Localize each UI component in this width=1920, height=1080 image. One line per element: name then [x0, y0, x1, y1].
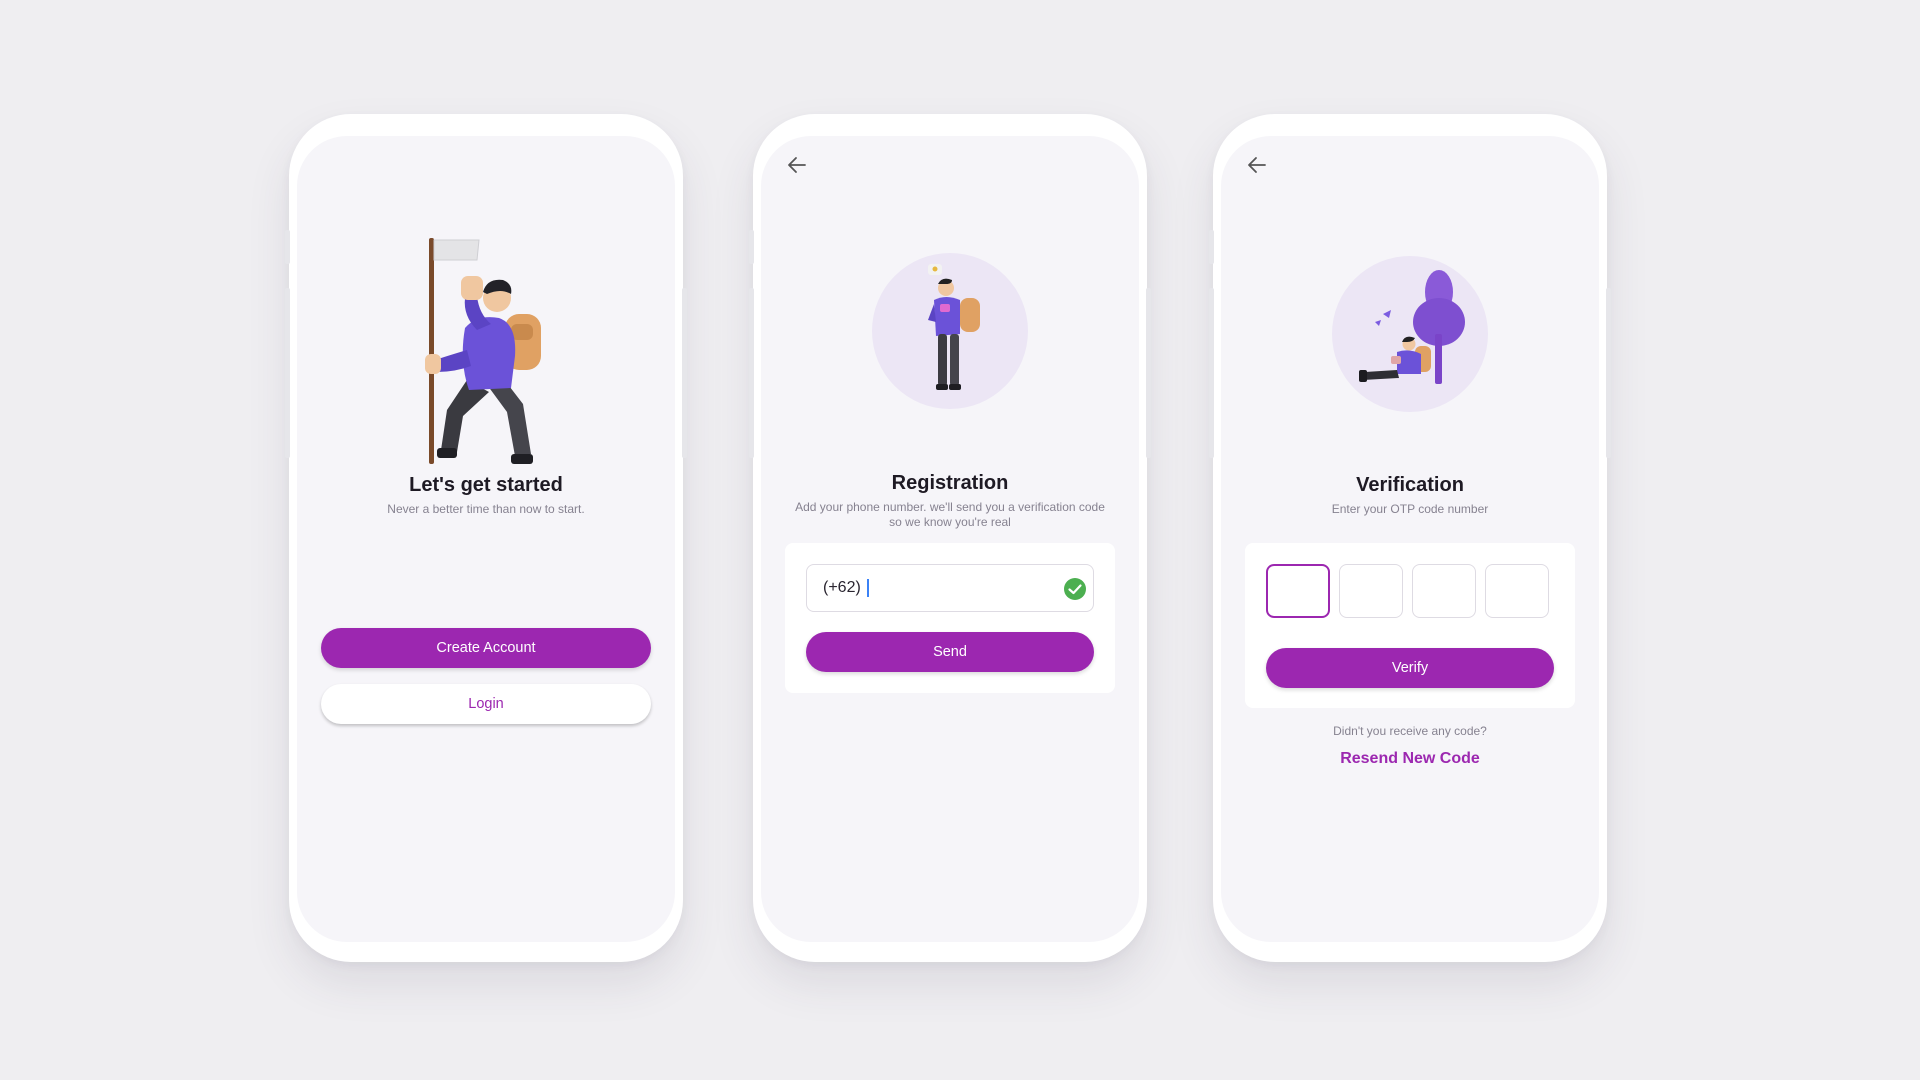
- hiker-with-flag-illustration: [425, 238, 541, 464]
- welcome-screen: Let's get started Never a better time th…: [297, 136, 675, 942]
- back-arrow-icon[interactable]: [1246, 154, 1268, 176]
- phone-verification: Verification Enter your OTP code number …: [1209, 114, 1611, 962]
- verification-title: Verification: [1356, 474, 1464, 496]
- registration-screen: Registration Add your phone number. we'l…: [761, 136, 1139, 942]
- person-with-phone-illustration: [928, 264, 980, 390]
- otp-digit-1[interactable]: [1266, 564, 1330, 618]
- otp-digit-3[interactable]: [1412, 564, 1476, 618]
- create-account-label: Create Account: [436, 640, 536, 656]
- otp-digit-4[interactable]: [1485, 564, 1549, 618]
- welcome-title: Let's get started: [409, 474, 563, 496]
- person-under-tree-illustration: [1359, 270, 1465, 384]
- canvas: Let's get started Never a better time th…: [0, 0, 1920, 1080]
- send-button[interactable]: Send: [806, 632, 1094, 672]
- verification-subtitle: Enter your OTP code number: [1331, 502, 1489, 516]
- registration-subtitle-line2: so we know you're real: [889, 515, 1011, 529]
- send-label: Send: [933, 644, 967, 660]
- welcome-subtitle: Never a better time than now to start.: [387, 502, 585, 516]
- verify-button[interactable]: Verify: [1266, 648, 1554, 688]
- registration-title: Registration: [891, 472, 1009, 494]
- verify-label: Verify: [1391, 660, 1429, 676]
- phone-welcome: Let's get started Never a better time th…: [285, 114, 687, 962]
- phone-registration: Registration Add your phone number. we'l…: [749, 114, 1151, 962]
- back-arrow-icon[interactable]: [786, 154, 808, 176]
- registration-card: (+62) Send: [785, 543, 1115, 693]
- login-label: Login: [468, 696, 504, 712]
- phone-prefix: (+62): [823, 579, 861, 596]
- verification-card: Verify: [1245, 543, 1575, 708]
- check-circle-icon: [1064, 578, 1086, 600]
- verification-screen: Verification Enter your OTP code number …: [1221, 136, 1599, 942]
- registration-subtitle-line1: Add your phone number. we'll send you a …: [795, 500, 1105, 514]
- text-caret: [866, 579, 869, 597]
- login-button[interactable]: Login: [321, 684, 651, 724]
- resend-prompt: Didn't you receive any code?: [1333, 724, 1487, 738]
- resend-code-link[interactable]: Resend New Code: [1340, 750, 1480, 767]
- phone-number-field[interactable]: (+62): [806, 564, 1094, 612]
- otp-digit-2[interactable]: [1339, 564, 1403, 618]
- create-account-button[interactable]: Create Account: [321, 628, 651, 668]
